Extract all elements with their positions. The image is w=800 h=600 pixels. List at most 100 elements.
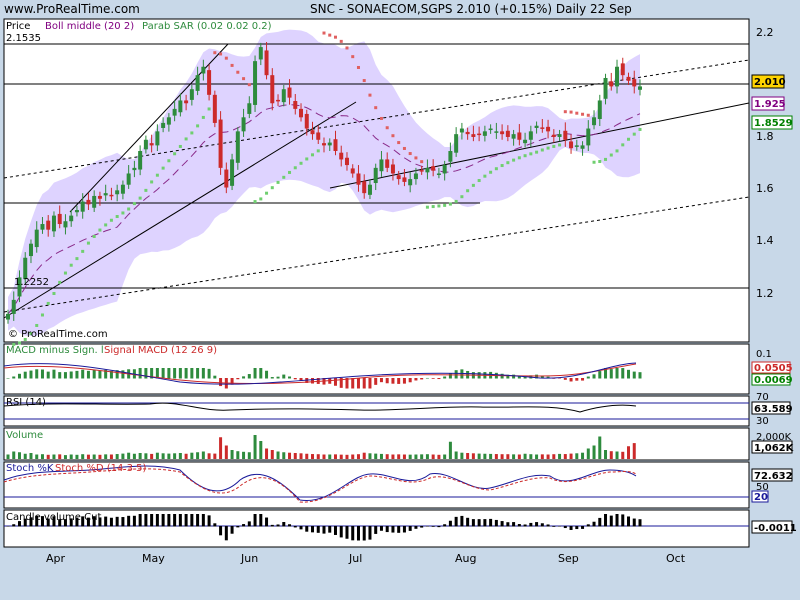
bottom-bar: [178, 514, 182, 527]
candle-body: [34, 229, 39, 248]
price-y-axis: 2.2 2 1.8 1.6 1.4 1.2: [756, 26, 774, 300]
stoch-badge-text: 72.632: [754, 471, 793, 482]
sar-dot: [460, 195, 464, 199]
macd-bar: [98, 370, 102, 379]
candle-body: [149, 143, 154, 146]
macd-bar: [167, 368, 171, 379]
macd-bar: [6, 378, 10, 379]
bottom-bar: [512, 522, 516, 527]
bottom-bar: [517, 524, 521, 527]
volume-bar: [276, 451, 280, 459]
sar-dot: [609, 153, 613, 157]
volume-bar: [391, 454, 395, 459]
candle-body: [442, 165, 447, 174]
volume-bar: [517, 454, 521, 459]
sar-dot: [81, 249, 85, 253]
sar-dot: [431, 205, 435, 209]
volume-bar: [299, 453, 303, 459]
sar-dot: [454, 199, 458, 203]
sar-dot: [443, 203, 447, 207]
bottom-bar: [115, 516, 119, 527]
stoch-legend-b: Stoch %D (14 3 5): [55, 463, 146, 474]
y-tick: 1.6: [756, 182, 774, 195]
volume-bar: [506, 454, 510, 459]
sar-dot: [408, 152, 412, 156]
volume-bar: [12, 451, 16, 459]
candle-body: [212, 94, 217, 123]
volume-bar: [316, 454, 320, 459]
volume-bar: [615, 451, 619, 459]
macd-bar: [420, 378, 424, 380]
macd-bar: [69, 371, 73, 379]
macd-bar: [569, 378, 573, 382]
sar-dot: [265, 191, 269, 195]
candle-body: [161, 122, 166, 128]
sar-dot: [219, 52, 223, 56]
volume-legend: Volume: [6, 430, 43, 441]
sar-dot: [288, 170, 292, 174]
bottom-bar: [569, 526, 573, 530]
volume-bar: [535, 454, 539, 459]
bottom-bar: [529, 522, 533, 527]
bottom-bar: [489, 518, 493, 527]
bottom-bar: [345, 526, 349, 539]
volume-bar: [219, 437, 223, 459]
candle-body: [517, 132, 522, 140]
sar-dot: [52, 291, 56, 295]
bottom-bar: [230, 526, 234, 534]
bottom-bar: [311, 526, 315, 533]
sar-dot: [621, 143, 625, 147]
volume-bar: [247, 452, 251, 459]
macd-bar: [46, 371, 50, 379]
candle-body: [551, 134, 556, 137]
sar-dot: [477, 179, 481, 183]
sar-dot: [305, 157, 309, 161]
volume-bar: [540, 454, 544, 459]
sar-dot: [627, 137, 631, 141]
sar-dot: [546, 146, 550, 150]
candle-body: [80, 201, 85, 212]
bottom-bar: [322, 526, 326, 534]
volume-bar: [81, 454, 85, 459]
sar-dot: [40, 313, 44, 317]
volume-bar: [311, 454, 315, 459]
macd-legend-b: Signal MACD (12 26 9): [104, 345, 217, 356]
sar-dot: [540, 148, 544, 152]
candle-body: [390, 164, 395, 174]
volume-bar: [121, 453, 125, 459]
volume-bar: [69, 454, 73, 459]
macd-bar: [52, 369, 56, 379]
macd-bar: [437, 378, 441, 380]
sar-dot: [299, 161, 303, 165]
macd-bar: [443, 376, 447, 379]
candle-body: [494, 131, 499, 133]
candle-body: [322, 143, 326, 146]
candle-body: [603, 77, 608, 99]
candle-body: [109, 194, 114, 197]
macd-bar: [259, 368, 263, 379]
macd-bar: [270, 377, 274, 379]
low-label: 1.2252: [14, 277, 49, 288]
sar-dot: [144, 188, 148, 192]
candle-body: [276, 99, 281, 102]
bottom-bar: [161, 514, 165, 527]
bottom-bar: [581, 526, 585, 529]
macd-bar: [219, 378, 223, 387]
sar-dot: [494, 167, 498, 171]
sar-dot: [592, 160, 596, 164]
candle-body: [287, 87, 292, 98]
candle-body: [367, 184, 372, 195]
sar-dot: [569, 110, 573, 114]
macd-bar: [598, 371, 602, 379]
candle-body: [247, 103, 252, 114]
sar-dot: [127, 207, 131, 211]
x-tick: Aug: [455, 552, 476, 565]
macd-bar: [379, 378, 383, 383]
candle-body: [281, 89, 286, 103]
rsi-tick-70: 70: [756, 392, 769, 403]
y-tick: 1.2: [756, 287, 774, 300]
sar-dot: [270, 186, 274, 190]
bottom-bar: [265, 517, 269, 527]
candle-body: [563, 130, 568, 140]
bottom-bar: [454, 516, 458, 527]
